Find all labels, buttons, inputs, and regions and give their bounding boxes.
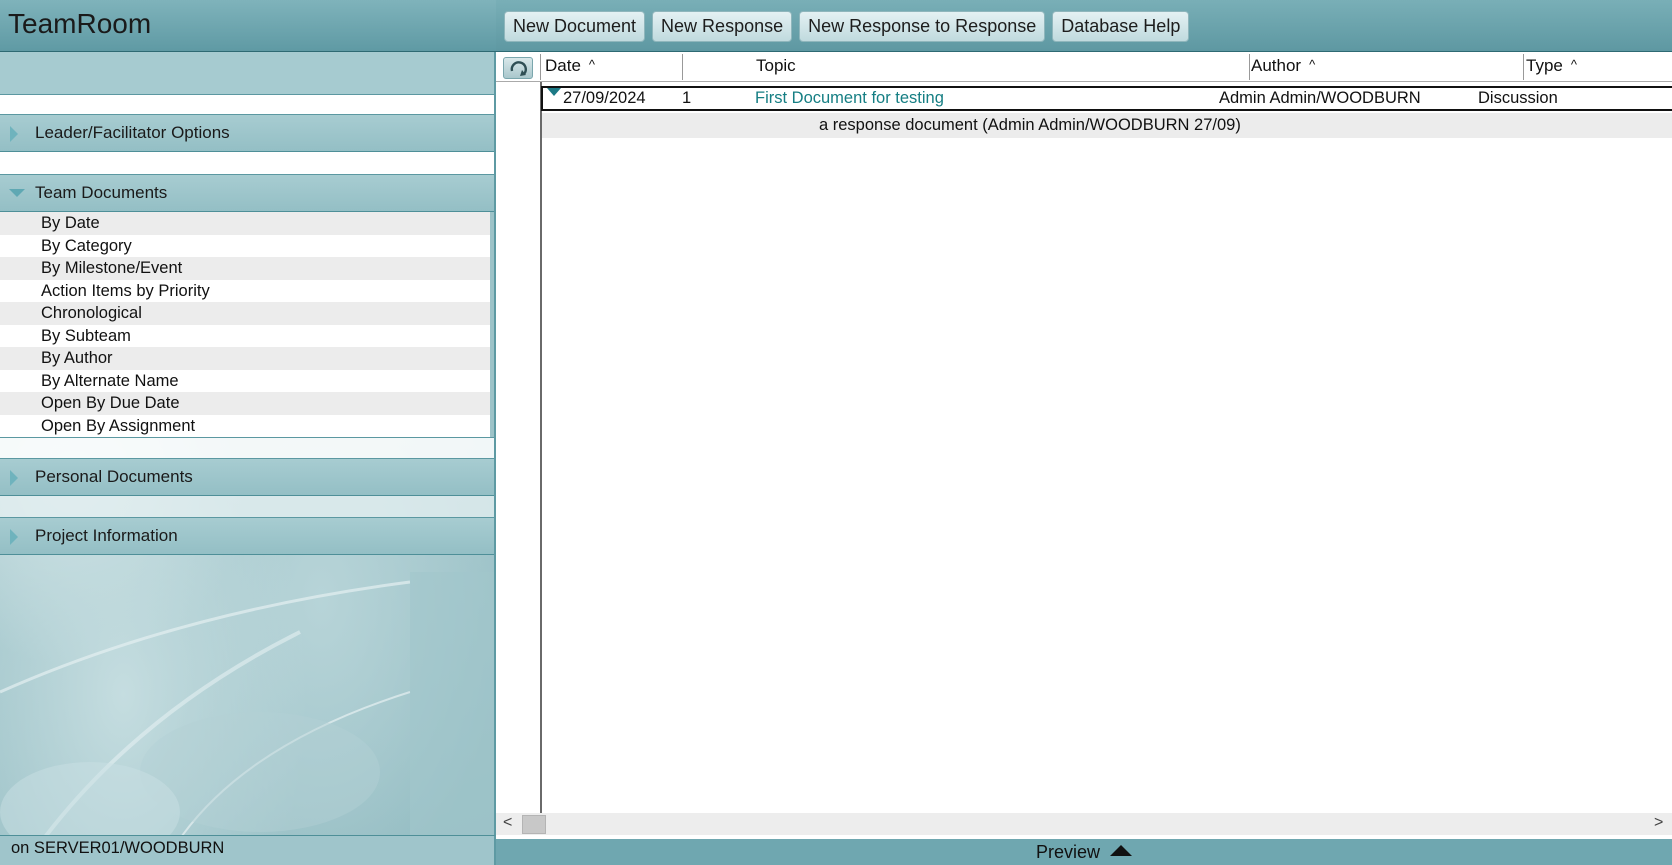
- new-response-button[interactable]: New Response: [652, 11, 793, 42]
- column-separator[interactable]: [540, 54, 541, 80]
- section-label: Project Information: [35, 526, 178, 545]
- navigator-spacer: [0, 437, 494, 459]
- column-separator[interactable]: [1523, 54, 1524, 80]
- view-by-author[interactable]: By Author: [0, 347, 490, 370]
- scroll-left-icon[interactable]: <: [503, 814, 512, 832]
- refresh-icon: [510, 61, 527, 76]
- column-header-author[interactable]: Author ^: [1251, 56, 1315, 76]
- view-column-header: Date ^ Topic Author ^ Type ^: [496, 52, 1672, 82]
- triangle-up-icon: [1110, 845, 1133, 856]
- new-response-to-response-button[interactable]: New Response to Response: [799, 11, 1046, 42]
- section-leader-facilitator-options[interactable]: Leader/Facilitator Options: [0, 115, 494, 152]
- column-header-label: Author: [1251, 56, 1302, 75]
- server-status: on SERVER01/WOODBURN: [0, 835, 496, 865]
- navigator-header: [0, 52, 494, 95]
- response-text: a response document (Admin Admin/WOODBUR…: [819, 116, 1241, 134]
- view-by-date[interactable]: By Date: [0, 212, 490, 235]
- navigator-spacer: [0, 95, 494, 115]
- view-by-alternate-name[interactable]: By Alternate Name: [0, 369, 490, 392]
- column-header-label: Type: [1526, 56, 1563, 75]
- navigator-pane: Leader/Facilitator Options Team Document…: [0, 52, 496, 835]
- column-header-date[interactable]: Date ^: [545, 56, 595, 76]
- navigator-spacer: [0, 152, 494, 175]
- column-header-label: Date: [545, 56, 581, 75]
- app-title: TeamRoom: [0, 0, 496, 52]
- section-personal-documents[interactable]: Personal Documents: [0, 459, 494, 496]
- scrollbar-thumb[interactable]: [522, 815, 546, 834]
- column-separator[interactable]: [1249, 54, 1250, 80]
- horizontal-scrollbar[interactable]: < >: [496, 813, 1672, 835]
- view-by-subteam[interactable]: By Subteam: [0, 324, 490, 347]
- navigator-background-graphic: [0, 572, 494, 835]
- cell-topic-link[interactable]: First Document for testing: [755, 88, 944, 109]
- scroll-right-icon[interactable]: >: [1654, 814, 1663, 832]
- view-open-by-assignment[interactable]: Open By Assignment: [0, 414, 490, 437]
- column-header-type[interactable]: Type ^: [1526, 56, 1577, 76]
- response-row[interactable]: a response document (Admin Admin/WOODBUR…: [542, 113, 1672, 138]
- section-team-documents[interactable]: Team Documents: [0, 175, 494, 212]
- collapse-twisty-icon[interactable]: [547, 88, 561, 96]
- cell-date: 27/09/2024: [563, 89, 646, 107]
- database-help-button[interactable]: Database Help: [1052, 11, 1190, 42]
- collapse-twisty-icon[interactable]: [9, 189, 25, 197]
- section-project-information[interactable]: Project Information: [0, 518, 494, 555]
- navigator-spacer: [0, 496, 494, 518]
- view-by-milestone-event[interactable]: By Milestone/Event: [0, 257, 490, 280]
- cell-type: Discussion: [1478, 89, 1558, 107]
- view-by-category[interactable]: By Category: [0, 234, 490, 257]
- section-label: Leader/Facilitator Options: [35, 123, 230, 142]
- expand-twisty-icon[interactable]: [10, 126, 18, 142]
- new-document-button[interactable]: New Document: [504, 11, 646, 42]
- action-bar: New Document New Response New Response to …: [496, 0, 1672, 52]
- preview-label: Preview: [1035, 842, 1101, 862]
- table-row[interactable]: 27/09/2024 1 First Document for testing …: [541, 86, 1672, 111]
- column-header-topic[interactable]: Topic: [756, 56, 796, 76]
- cell-response-count: 1: [682, 89, 692, 107]
- view-open-by-due-date[interactable]: Open By Due Date: [0, 392, 490, 415]
- refresh-view-button[interactable]: [503, 57, 533, 79]
- section-label: Team Documents: [35, 183, 168, 202]
- column-separator[interactable]: [682, 54, 683, 80]
- sort-ascending-icon[interactable]: ^: [1309, 57, 1315, 72]
- view-action-items-by-priority[interactable]: Action Items by Priority: [0, 279, 490, 302]
- cell-author: Admin Admin/WOODBURN: [1219, 89, 1421, 107]
- view-chronological[interactable]: Chronological: [0, 302, 490, 325]
- sort-ascending-icon[interactable]: ^: [1571, 57, 1577, 72]
- expand-twisty-icon[interactable]: [10, 470, 18, 486]
- sort-ascending-icon[interactable]: ^: [589, 57, 595, 72]
- preview-toggle[interactable]: Preview: [496, 839, 1672, 865]
- section-label: Personal Documents: [35, 467, 193, 486]
- view-margin-line: [540, 82, 542, 813]
- expand-twisty-icon[interactable]: [10, 529, 18, 545]
- view-pane: Date ^ Topic Author ^ Type ^ 27/09/2024 1 F…: [496, 52, 1672, 813]
- team-documents-view-list: By Date By Category By Milestone/Event A…: [0, 212, 494, 437]
